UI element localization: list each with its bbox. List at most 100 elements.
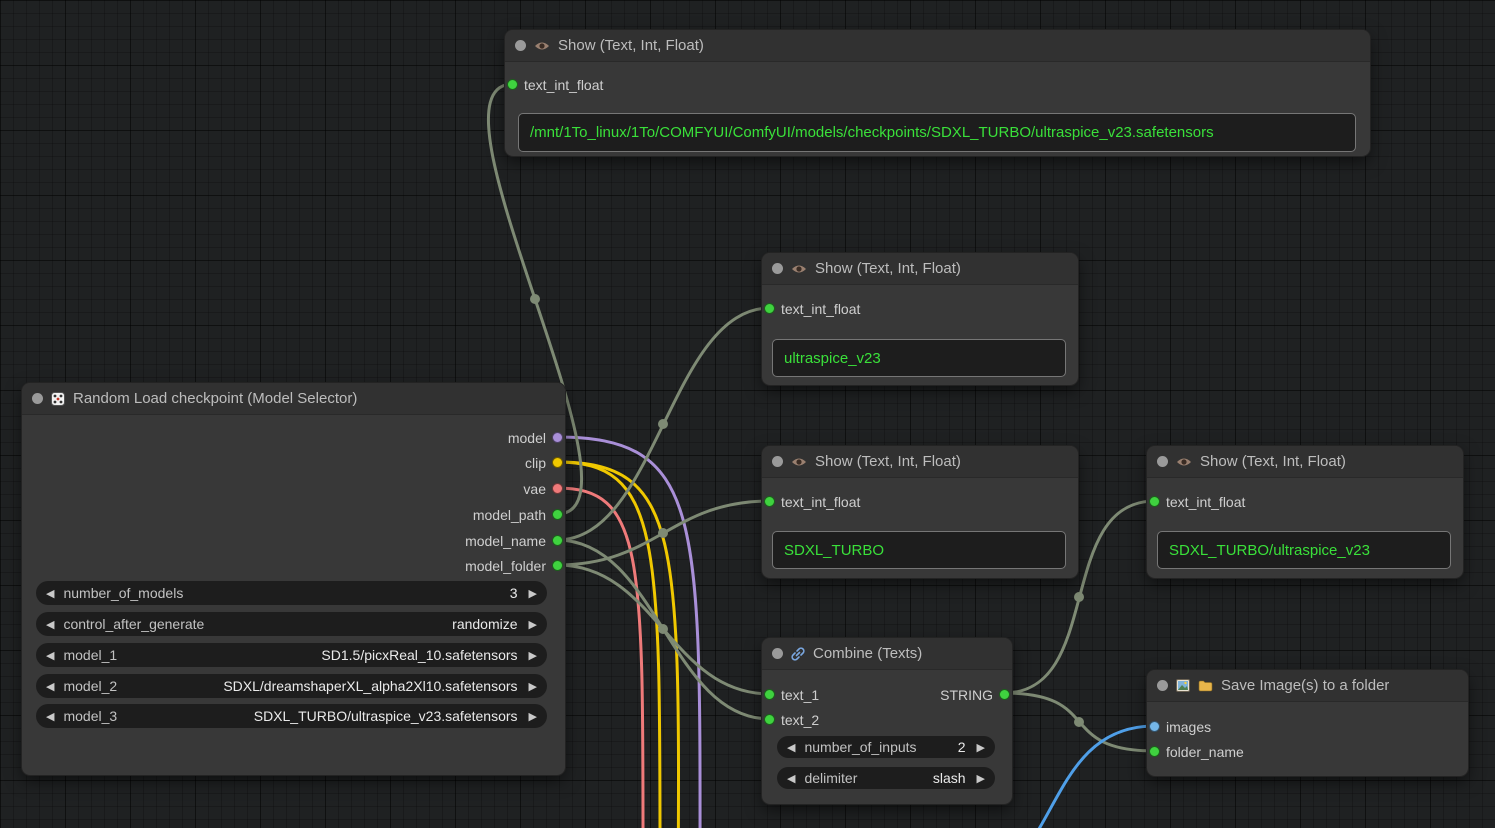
node-show-combined[interactable]: Show (Text, Int, Float) text_int_float S…: [1147, 446, 1463, 578]
output-port-model-folder[interactable]: [552, 560, 563, 571]
widget-value: 3: [510, 585, 518, 601]
node-header[interactable]: Show (Text, Int, Float): [762, 253, 1078, 285]
widget-value: SDXL_TURBO/ultraspice_v23.safetensors: [254, 708, 518, 724]
node-header[interactable]: Show (Text, Int, Float): [1147, 446, 1463, 478]
input-port-text-int-float[interactable]: [1149, 496, 1160, 507]
output-row-clip: clip: [22, 452, 565, 473]
input-row-text-2: text_2: [762, 709, 1012, 730]
link-icon: [791, 647, 805, 661]
input-port-text-int-float[interactable]: [764, 496, 775, 507]
node-header[interactable]: Show (Text, Int, Float): [762, 446, 1078, 478]
port-label: text_int_float: [524, 77, 603, 93]
port-label: text_1: [781, 687, 819, 703]
image-icon: [1176, 679, 1190, 692]
widget-model-3[interactable]: ◀ model_3 SDXL_TURBO/ultraspice_v23.safe…: [36, 704, 547, 728]
decrement-arrow-icon[interactable]: ◀: [46, 618, 54, 631]
input-port-folder-name[interactable]: [1149, 746, 1160, 757]
widget-model-1[interactable]: ◀ model_1 SD1.5/picxReal_10.safetensors …: [36, 643, 547, 667]
node-random-load-checkpoint[interactable]: Random Load checkpoint (Model Selector) …: [22, 383, 565, 775]
node-show-model-name[interactable]: Show (Text, Int, Float) text_int_float u…: [762, 253, 1078, 385]
widget-number-of-models[interactable]: ◀ number_of_models 3 ▶: [36, 581, 547, 605]
widget-number-of-inputs[interactable]: ◀ number_of_inputs 2 ▶: [777, 736, 995, 758]
port-label: model_name: [465, 533, 546, 549]
collapse-dot[interactable]: [1157, 456, 1168, 467]
increment-arrow-icon[interactable]: ▶: [977, 741, 985, 754]
increment-arrow-icon[interactable]: ▶: [529, 710, 537, 723]
collapse-dot[interactable]: [32, 393, 43, 404]
widget-delimiter[interactable]: ◀ delimiter slash ▶: [777, 767, 995, 789]
display-text: SDXL_TURBO: [784, 542, 884, 559]
output-port-model-name[interactable]: [552, 535, 563, 546]
node-save-images-to-folder[interactable]: Save Image(s) to a folder images folder_…: [1147, 670, 1468, 776]
widget-label: number_of_models: [63, 585, 183, 601]
display-value-box: ultraspice_v23: [772, 339, 1066, 377]
increment-arrow-icon[interactable]: ▶: [977, 772, 985, 785]
link-midpoint-dot: [658, 419, 668, 429]
node-combine-texts[interactable]: Combine (Texts) text_1 STRING text_2 ◀ n…: [762, 638, 1012, 804]
node-graph-canvas[interactable]: Show (Text, Int, Float) text_int_float /…: [0, 0, 1495, 828]
collapse-dot[interactable]: [515, 40, 526, 51]
node-show-model-folder[interactable]: Show (Text, Int, Float) text_int_float S…: [762, 446, 1078, 578]
collapse-dot[interactable]: [772, 456, 783, 467]
widget-label: delimiter: [804, 770, 857, 786]
node-header[interactable]: Combine (Texts): [762, 638, 1012, 670]
output-port-model-path[interactable]: [552, 509, 563, 520]
input-port-text-2[interactable]: [764, 714, 775, 725]
widget-control-after-generate[interactable]: ◀ control_after_generate randomize ▶: [36, 612, 547, 636]
node-header[interactable]: Show (Text, Int, Float): [505, 30, 1370, 62]
node-show-model-path[interactable]: Show (Text, Int, Float) text_int_float /…: [505, 30, 1370, 156]
output-port-vae[interactable]: [552, 483, 563, 494]
port-label: model_folder: [465, 558, 546, 574]
widget-model-2[interactable]: ◀ model_2 SDXL/dreamshaperXL_alpha2Xl10.…: [36, 674, 547, 698]
input-port-text-int-float[interactable]: [507, 79, 518, 90]
link-midpoint-dot: [1074, 717, 1084, 727]
decrement-arrow-icon[interactable]: ◀: [46, 680, 54, 693]
output-row-model-path: model_path: [22, 504, 565, 525]
widget-value: randomize: [452, 616, 517, 632]
output-port-string[interactable]: [999, 689, 1010, 700]
collapse-dot[interactable]: [772, 263, 783, 274]
output-row-vae: vae: [22, 478, 565, 499]
widget-value: SD1.5/picxReal_10.safetensors: [321, 647, 517, 663]
port-label: text_int_float: [781, 494, 860, 510]
link-midpoint-dot: [658, 528, 668, 538]
increment-arrow-icon[interactable]: ▶: [529, 680, 537, 693]
decrement-arrow-icon[interactable]: ◀: [787, 741, 795, 754]
node-title: Show (Text, Int, Float): [1200, 453, 1346, 470]
collapse-dot[interactable]: [1157, 680, 1168, 691]
input-port-images[interactable]: [1149, 721, 1160, 732]
widget-value: SDXL/dreamshaperXL_alpha2Xl10.safetensor…: [223, 678, 517, 694]
widget-label: control_after_generate: [63, 616, 204, 632]
output-port-model[interactable]: [552, 432, 563, 443]
increment-arrow-icon[interactable]: ▶: [529, 618, 537, 631]
eye-icon: [534, 40, 550, 52]
node-title: Random Load checkpoint (Model Selector): [73, 390, 357, 407]
output-port-clip[interactable]: [552, 457, 563, 468]
decrement-arrow-icon[interactable]: ◀: [787, 772, 795, 785]
collapse-dot[interactable]: [772, 648, 783, 659]
output-row-model: model: [22, 427, 565, 448]
eye-icon: [791, 456, 807, 468]
decrement-arrow-icon[interactable]: ◀: [46, 587, 54, 600]
node-title: Show (Text, Int, Float): [815, 453, 961, 470]
output-row-model-folder: model_folder: [22, 555, 565, 576]
increment-arrow-icon[interactable]: ▶: [529, 649, 537, 662]
decrement-arrow-icon[interactable]: ◀: [46, 649, 54, 662]
node-header[interactable]: Save Image(s) to a folder: [1147, 670, 1468, 702]
port-label: STRING: [940, 687, 993, 703]
input-row-images: images: [1147, 716, 1468, 737]
node-header[interactable]: Random Load checkpoint (Model Selector): [22, 383, 565, 415]
display-text: /mnt/1To_linux/1To/COMFYUI/ComfyUI/model…: [530, 124, 1214, 141]
input-row-text-int-float: text_int_float: [1147, 491, 1463, 512]
input-port-text-int-float[interactable]: [764, 303, 775, 314]
node-title: Show (Text, Int, Float): [558, 37, 704, 54]
widget-label: number_of_inputs: [804, 739, 916, 755]
input-port-text-1[interactable]: [764, 689, 775, 700]
widget-label: model_2: [63, 678, 117, 694]
port-label: text_2: [781, 712, 819, 728]
port-label: vae: [523, 481, 546, 497]
increment-arrow-icon[interactable]: ▶: [529, 587, 537, 600]
decrement-arrow-icon[interactable]: ◀: [46, 710, 54, 723]
port-label: text_int_float: [781, 301, 860, 317]
output-row-model-name: model_name: [22, 530, 565, 551]
